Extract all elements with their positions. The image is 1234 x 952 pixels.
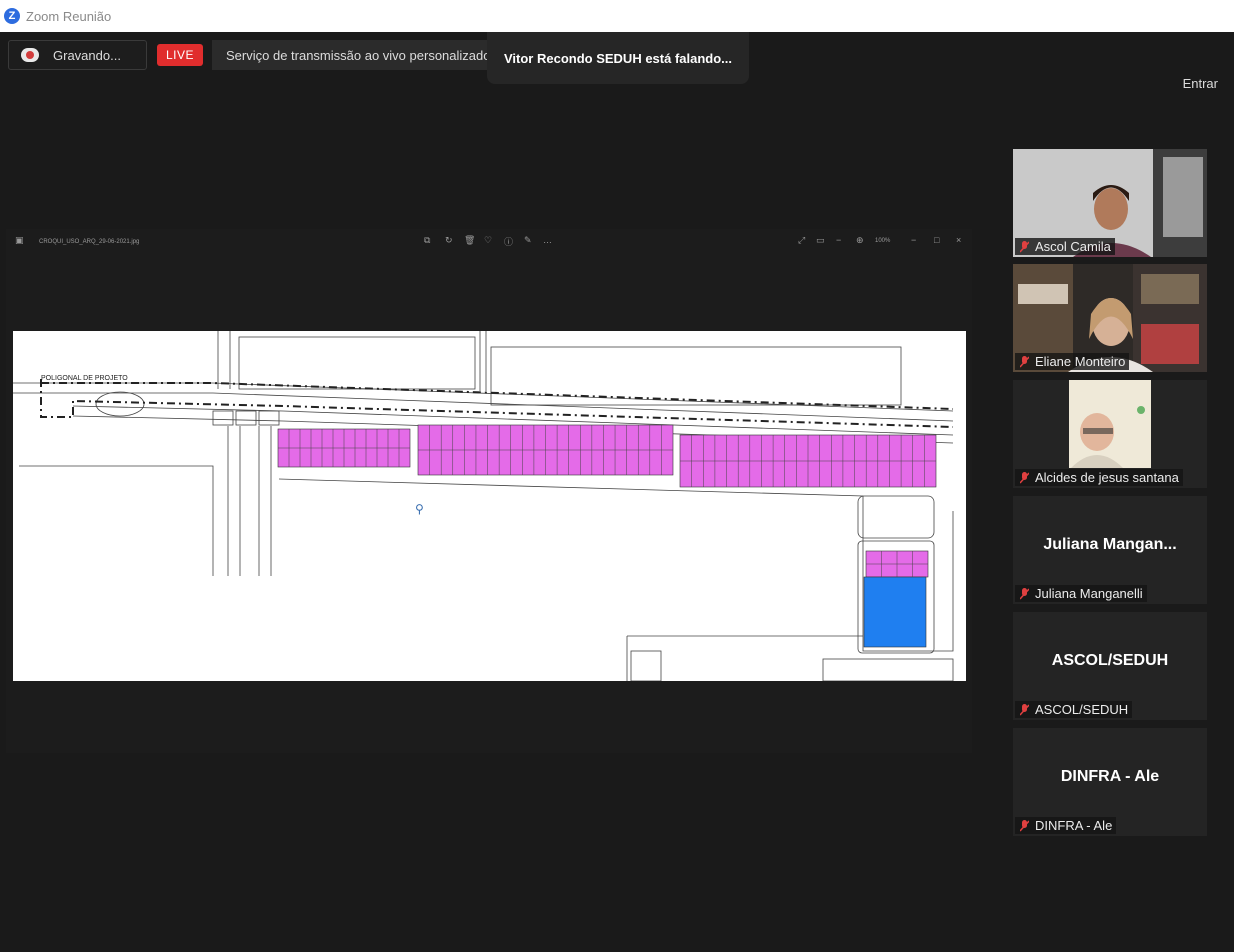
cursor-icon: ⚲	[415, 502, 424, 516]
app-icon: ▣	[15, 235, 24, 245]
minimize-icon[interactable]: −	[911, 235, 916, 245]
image-viewer-toolbar: ▣ CROQUI_USO_ARQ_29-06-2021.jpg ⧉ ↻ 🗑 ♡ …	[6, 229, 972, 253]
site-plan-image: POLIGONAL DE PROJETO ⚲	[13, 331, 966, 681]
rotate-icon[interactable]: ↻	[445, 235, 453, 246]
muted-mic-icon	[1020, 472, 1029, 484]
participant-tile[interactable]: Ascol Camila	[1013, 149, 1207, 257]
live-badge[interactable]: LIVE	[157, 44, 203, 66]
crop-icon[interactable]: ⧉	[424, 235, 430, 246]
recording-icon	[21, 48, 39, 62]
parking-area-right	[490, 346, 902, 406]
shared-screen: ▣ CROQUI_USO_ARQ_29-06-2021.jpg ⧉ ↻ 🗑 ♡ …	[6, 229, 972, 753]
close-icon[interactable]: ×	[956, 235, 961, 245]
participant-tile[interactable]: DINFRA - Ale DINFRA - Ale	[1013, 728, 1207, 836]
recording-label: Gravando...	[53, 47, 121, 63]
participant-name-label: DINFRA - Ale	[1015, 817, 1117, 834]
participant-name-label: ASCOL/SEDUH	[1015, 701, 1133, 718]
edit-icon[interactable]: ✎	[524, 235, 532, 246]
participant-name-label: Ascol Camila	[1015, 238, 1115, 255]
muted-mic-icon	[1020, 241, 1029, 253]
plan-boundary-label: POLIGONAL DE PROJETO	[41, 375, 128, 382]
window-title: Zoom Reunião	[26, 8, 112, 24]
zoom-level: 100%	[875, 238, 891, 244]
parking-area-left	[238, 336, 476, 390]
fit-icon[interactable]: ▭	[816, 235, 825, 246]
muted-mic-icon	[1020, 704, 1029, 716]
participant-display-name: Juliana Mangan...	[1043, 536, 1177, 553]
maximize-icon[interactable]: □	[934, 235, 939, 245]
zoom-out-icon[interactable]: −	[836, 235, 841, 245]
participant-display-name: ASCOL/SEDUH	[1051, 652, 1169, 669]
zoom-in-icon[interactable]: ⊕	[856, 235, 864, 246]
participant-name-label: Juliana Manganelli	[1015, 585, 1147, 602]
active-speaker-banner: Vitor Recondo SEDUH está falando...	[487, 32, 749, 84]
participant-tile[interactable]: ASCOL/SEDUH ASCOL/SEDUH	[1013, 612, 1207, 720]
participant-tile[interactable]: Alcides de jesus santana	[1013, 380, 1207, 488]
live-stream-service-label[interactable]: Serviço de transmissão ao vivo personali…	[212, 40, 502, 70]
info-icon[interactable]: ⓘ	[504, 235, 513, 248]
viewer-filename: CROQUI_USO_ARQ_29-06-2021.jpg	[39, 239, 140, 245]
muted-mic-icon	[1020, 356, 1029, 368]
participant-tile[interactable]: Eliane Monteiro	[1013, 264, 1207, 372]
muted-mic-icon	[1020, 588, 1029, 600]
favorite-icon[interactable]: ♡	[484, 235, 492, 246]
site-plan-drawing: POLIGONAL DE PROJETO ⚲	[13, 331, 954, 681]
participant-name-label: Alcides de jesus santana	[1015, 469, 1183, 486]
enter-button[interactable]: Entrar	[1183, 76, 1218, 91]
participant-name-label: Eliane Monteiro	[1015, 353, 1130, 370]
delete-icon[interactable]: 🗑	[464, 235, 475, 246]
blue-block	[863, 576, 927, 648]
participant-display-name: DINFRA - Ale	[1060, 768, 1160, 785]
window-titlebar: Z Zoom Reunião	[0, 0, 1234, 32]
muted-mic-icon	[1020, 820, 1029, 832]
more-icon[interactable]: …	[543, 235, 552, 245]
zoom-logo-icon: Z	[4, 8, 20, 24]
expand-icon[interactable]: ⤢	[798, 235, 805, 246]
participant-tile[interactable]: Juliana Mangan... Juliana Manganelli	[1013, 496, 1207, 604]
recording-indicator[interactable]: Gravando...	[8, 40, 147, 70]
